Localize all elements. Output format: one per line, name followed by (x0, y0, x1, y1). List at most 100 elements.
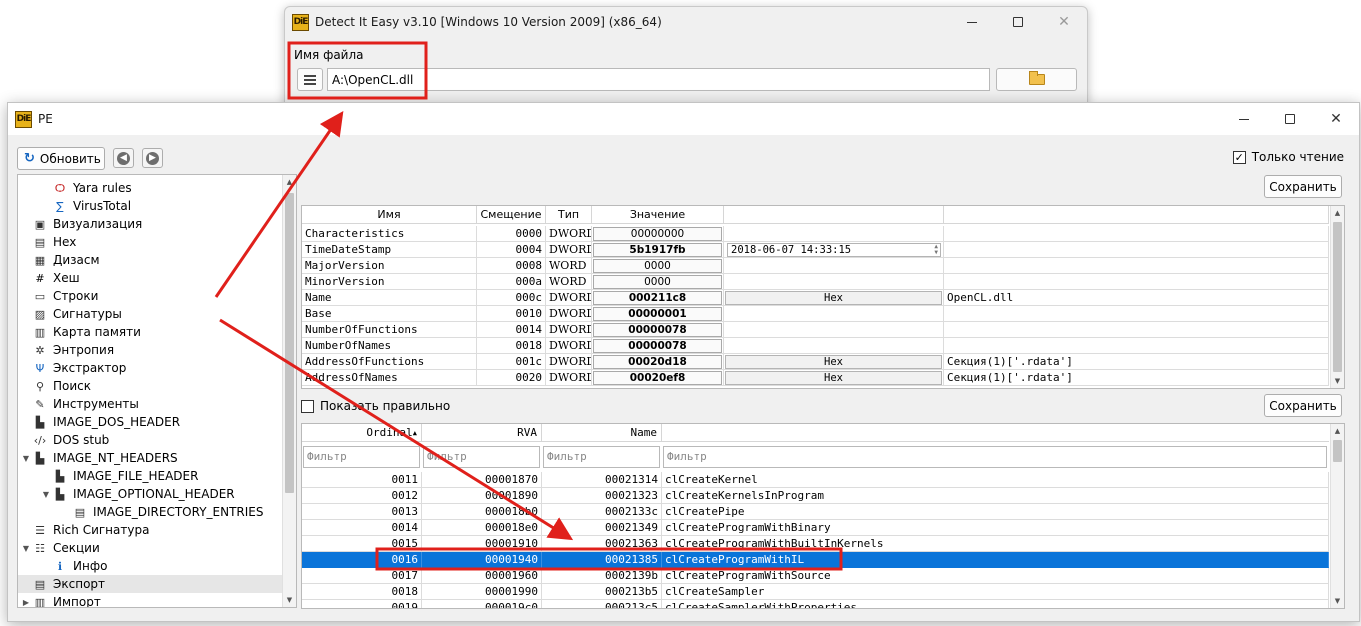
table-row[interactable]: 0017 00001960 0002139b clCreateProgramWithS… (302, 568, 1329, 584)
header-column-3[interactable]: Значение (592, 206, 724, 224)
field-value-input[interactable]: 00020d18 (593, 355, 722, 369)
tree-item-disasm[interactable]: ▦ Дизасм (18, 251, 282, 269)
show-correct-checkbox[interactable] (301, 399, 314, 413)
hex-button[interactable]: Hex (725, 371, 942, 385)
filter-input-3[interactable]: Фильтр (663, 446, 1327, 468)
field-value-input[interactable]: 0000 (593, 275, 722, 289)
pe-minimize-button[interactable] (1221, 103, 1267, 135)
filename-input[interactable]: A:\OpenCL.dll (327, 68, 990, 91)
tree-item-extractor[interactable]: Ψ Экстрактор (18, 359, 282, 377)
save-exports-button[interactable]: Сохранить (1264, 394, 1342, 417)
scroll-down-icon[interactable]: ▼ (283, 593, 296, 607)
table-row[interactable]: 0018 00001990 000213b5 clCreateSampler (302, 584, 1329, 600)
tree-item-info[interactable]: ℹ Инфо (18, 557, 282, 575)
refresh-button[interactable]: ↻ Обновить (17, 147, 105, 170)
tree-expander[interactable]: ▼ (40, 490, 52, 499)
table-row[interactable]: 0011 00001870 00021314 clCreateKernel (302, 472, 1329, 488)
tree-item-code[interactable]: ‹/› DOS stub (18, 431, 282, 449)
tree-item-yara[interactable]: Ѻ Yara rules (18, 179, 282, 197)
table-row[interactable]: MinorVersion 000a WORD 0000 (302, 274, 1329, 290)
tree-expander[interactable]: ▶ (20, 598, 32, 607)
tree-expander[interactable]: ▼ (20, 544, 32, 553)
table-row[interactable]: TimeDateStamp 0004 DWORD 5b1917fb 2018-06-07… (302, 242, 1329, 258)
table-row[interactable]: NumberOfFunctions 0014 DWORD 00000078 (302, 322, 1329, 338)
field-value-input[interactable]: 00000001 (593, 307, 722, 321)
field-value-input[interactable]: 5b1917fb (593, 243, 722, 257)
header-column-4[interactable] (724, 206, 944, 224)
back-button[interactable]: ◀ (113, 148, 134, 168)
hex-button[interactable]: Hex (725, 355, 942, 369)
tree-item-list[interactable]: ☰ Rich Сигнатура (18, 521, 282, 539)
tree-item-memory-map[interactable]: ▥ Карта памяти (18, 323, 282, 341)
field-value-input[interactable]: 00000000 (593, 227, 722, 241)
exports-column-rva[interactable]: RVA (422, 424, 542, 442)
show-correct-toggle[interactable]: Показать правильно (301, 399, 450, 413)
exports-column-name[interactable]: Name (542, 424, 662, 442)
hex-button[interactable]: Hex (725, 291, 942, 305)
table-row[interactable]: NumberOfNames 0018 DWORD 00000078 (302, 338, 1329, 354)
readonly-toggle[interactable]: ✓ Только чтение (1232, 150, 1344, 164)
tree-item-virustotal[interactable]: ∑ VirusTotal (18, 197, 282, 215)
minimize-button[interactable] (949, 7, 995, 37)
table-row[interactable]: 0013 000018b0 0002133c clCreatePipe (302, 504, 1329, 520)
tree-item-wrench[interactable]: ✎ Инструменты (18, 395, 282, 413)
readonly-checkbox[interactable]: ✓ (1232, 150, 1246, 164)
field-value-input[interactable]: 00020ef8 (593, 371, 722, 385)
tree-item-sections[interactable]: ▼ ☷ Секции (18, 539, 282, 557)
exports-scroll-thumb[interactable] (1333, 440, 1342, 462)
tree-item-hash[interactable]: # Хеш (18, 269, 282, 287)
file-menu-button[interactable] (297, 68, 323, 91)
exports-column-ordinal[interactable]: Ordinal ▲ (302, 424, 422, 442)
table-row[interactable]: Characteristics 0000 DWORD 00000000 (302, 226, 1329, 242)
header-column-5[interactable] (944, 206, 1329, 224)
tree-item-header[interactable]: ▼ ▙ IMAGE_OPTIONAL_HEADER (18, 485, 282, 503)
table-row[interactable]: AddressOfFunctions 001c DWORD 00020d18 Hex Се… (302, 354, 1329, 370)
table-row[interactable]: 0016 00001940 00021385 clCreateProgramWithI… (302, 552, 1329, 568)
table-row[interactable]: 0014 000018e0 00021349 clCreateProgramWithB… (302, 520, 1329, 536)
tree-item-hex[interactable]: ▤ Hex (18, 233, 282, 251)
tree-item-directory[interactable]: ▤ IMAGE_DIRECTORY_ENTRIES (18, 503, 282, 521)
scroll-up-icon[interactable]: ▲ (1331, 424, 1344, 438)
tree-item-header[interactable]: ▼ ▙ IMAGE_NT_HEADERS (18, 449, 282, 467)
tree-item-search[interactable]: ⚲ Поиск (18, 377, 282, 395)
table-row[interactable]: AddressOfNames 0020 DWORD 00020ef8 Hex Секция… (302, 370, 1329, 386)
filter-input-1[interactable]: Фильтр (423, 446, 540, 468)
table-row[interactable]: Name 000c DWORD 000211c8 Hex OpenCL.dll (302, 290, 1329, 306)
table-row[interactable]: 0019 000019c0 000213c5 clCreateSamplerWithP… (302, 600, 1329, 608)
tree-item-header[interactable]: ▙ IMAGE_DOS_HEADER (18, 413, 282, 431)
header-table-scrollbar[interactable]: ▲ ▼ (1330, 206, 1344, 388)
tree-item-import[interactable]: ▶ ▥ Импорт (18, 593, 282, 607)
open-file-button[interactable] (996, 68, 1077, 91)
field-value-input[interactable]: 0000 (593, 259, 722, 273)
tree-item-signatures[interactable]: ▨ Сигнатуры (18, 305, 282, 323)
scroll-down-icon[interactable]: ▼ (1331, 594, 1344, 608)
field-value-input[interactable]: 00000078 (593, 323, 722, 337)
tree-item-export[interactable]: ▤ Экспорт (18, 575, 282, 593)
tree-item-header[interactable]: ▙ IMAGE_FILE_HEADER (18, 467, 282, 485)
exports-table-scrollbar[interactable]: ▲ ▼ (1330, 424, 1344, 608)
table-row[interactable]: Base 0010 DWORD 00000001 (302, 306, 1329, 322)
header-column-0[interactable]: Имя (302, 206, 477, 224)
scroll-up-icon[interactable]: ▲ (1331, 206, 1344, 220)
pe-close-button[interactable]: ✕ (1313, 103, 1359, 135)
tree-scrollbar[interactable]: ▲ ▼ (282, 175, 296, 607)
scroll-down-icon[interactable]: ▼ (1331, 374, 1344, 388)
maximize-button[interactable] (995, 7, 1041, 37)
save-header-button[interactable]: Сохранить (1264, 175, 1342, 198)
table-row[interactable]: 0012 00001890 00021323 clCreateKernelsInPro… (302, 488, 1329, 504)
header-column-2[interactable]: Тип (546, 206, 592, 224)
close-button[interactable]: ✕ (1041, 7, 1087, 37)
tree-item-image[interactable]: ▣ Визуализация (18, 215, 282, 233)
scroll-up-icon[interactable]: ▲ (283, 175, 296, 189)
filter-input-0[interactable]: Фильтр (303, 446, 420, 468)
field-value-input[interactable]: 000211c8 (593, 291, 722, 305)
tree-scroll-thumb[interactable] (285, 193, 294, 493)
tree-item-strings[interactable]: ▭ Строки (18, 287, 282, 305)
spin-icon[interactable]: ▲ ▼ (934, 244, 938, 256)
filter-input-2[interactable]: Фильтр (543, 446, 660, 468)
tree-expander[interactable]: ▼ (20, 454, 32, 463)
datetime-input[interactable]: 2018-06-07 14:33:15 ▲ ▼ (727, 243, 941, 257)
header-scroll-thumb[interactable] (1333, 222, 1342, 372)
tree-item-entropy[interactable]: ✲ Энтропия (18, 341, 282, 359)
pe-maximize-button[interactable] (1267, 103, 1313, 135)
